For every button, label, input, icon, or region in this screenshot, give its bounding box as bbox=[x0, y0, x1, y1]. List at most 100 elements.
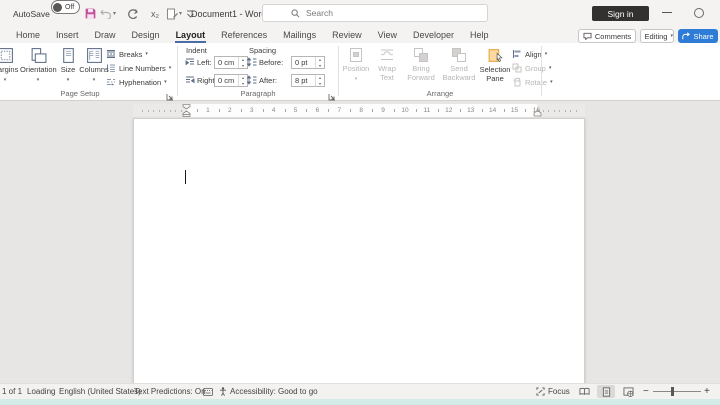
position-caret-icon: ▾ bbox=[341, 75, 371, 84]
tab-review[interactable]: Review bbox=[324, 27, 370, 43]
search-placeholder: Search bbox=[306, 8, 333, 18]
spacing-before-icon bbox=[247, 57, 257, 69]
indent-markers-icon[interactable] bbox=[182, 104, 191, 117]
comments-button[interactable]: Comments bbox=[578, 29, 636, 43]
document-page[interactable] bbox=[133, 118, 585, 384]
spinner-arrows-icon[interactable]: ▴▾ bbox=[238, 57, 247, 68]
spacing-after-input[interactable]: 8 pt ▴▾ bbox=[291, 74, 325, 87]
zoom-out-button[interactable]: − bbox=[643, 384, 649, 399]
sign-in-button[interactable]: Sign in bbox=[592, 6, 649, 21]
orientation-button[interactable]: Orientation ▾ bbox=[20, 46, 56, 94]
ruler-tick bbox=[482, 109, 483, 112]
save-button[interactable] bbox=[82, 5, 98, 22]
loading-status: Loading bbox=[27, 384, 55, 399]
ruler-tick bbox=[565, 110, 566, 112]
line-numbers-button[interactable]: Line Numbers bbox=[106, 62, 171, 74]
share-button[interactable]: Share bbox=[678, 29, 718, 43]
tab-references[interactable]: References bbox=[213, 27, 275, 43]
orientation-label: Orientation bbox=[20, 65, 57, 74]
web-layout-view-button[interactable] bbox=[619, 385, 637, 398]
bottom-edge-strip bbox=[0, 399, 720, 405]
focus-button[interactable]: Focus bbox=[536, 384, 570, 399]
autosave-state: Off bbox=[65, 4, 74, 11]
text-predictions-icon[interactable] bbox=[203, 384, 213, 399]
margins-button[interactable]: Margins ▾ bbox=[0, 46, 22, 94]
ruler-tick bbox=[559, 110, 560, 112]
size-button[interactable]: Size ▾ bbox=[56, 46, 80, 94]
search-input[interactable]: Search bbox=[262, 4, 488, 22]
language-status[interactable]: English (United States) bbox=[59, 384, 141, 399]
undo-button[interactable]: ▾ bbox=[99, 5, 117, 22]
position-label: Position bbox=[343, 64, 370, 73]
print-layout-view-button[interactable] bbox=[597, 385, 615, 398]
hyphenation-icon bbox=[106, 77, 116, 87]
tab-view[interactable]: View bbox=[370, 27, 405, 43]
spacing-before-input[interactable]: 0 pt ▴▾ bbox=[291, 56, 325, 69]
ruler-number: 16 bbox=[533, 107, 540, 114]
tab-insert[interactable]: Insert bbox=[48, 27, 87, 43]
text-predictions-status[interactable]: Text Predictions: On bbox=[134, 384, 206, 399]
indent-left-input[interactable]: 0 cm ▴▾ bbox=[214, 56, 248, 69]
tab-developer[interactable]: Developer bbox=[405, 27, 462, 43]
focus-icon bbox=[536, 387, 545, 396]
zoom-slider-thumb[interactable] bbox=[671, 387, 674, 396]
horizontal-ruler[interactable]: 12345678910111213141516 bbox=[133, 104, 585, 117]
selection-pane-button[interactable]: Selection Pane bbox=[478, 46, 512, 94]
wrap-text-label-1: Wrap bbox=[378, 64, 396, 73]
margins-label: Margins bbox=[0, 65, 18, 74]
indent-right-input[interactable]: 0 cm ▴▾ bbox=[214, 74, 248, 87]
margins-icon bbox=[0, 47, 14, 64]
selection-pane-icon bbox=[487, 47, 504, 64]
maximize-button[interactable] bbox=[694, 8, 704, 18]
spinner-arrows-icon[interactable]: ▴▾ bbox=[315, 75, 324, 86]
group-button: Group bbox=[512, 62, 551, 74]
spinner-arrows-icon[interactable]: ▴▾ bbox=[315, 57, 324, 68]
ribbon: Margins ▾ Orientation ▾ Size ▾ Columns bbox=[0, 43, 720, 101]
page-setup-dialog-launcher[interactable] bbox=[166, 88, 175, 97]
rotate-label: Rotate bbox=[525, 78, 547, 87]
spacing-before-label: Before: bbox=[259, 58, 283, 67]
paragraph-dialog-launcher[interactable] bbox=[328, 88, 337, 97]
size-caret-icon: ▾ bbox=[56, 76, 80, 85]
ruler-tick bbox=[164, 110, 165, 112]
page-indicator[interactable]: 1 of 1 bbox=[2, 384, 22, 399]
ruler-number: 11 bbox=[424, 107, 431, 114]
read-mode-view-button[interactable] bbox=[575, 385, 593, 398]
pencil-icon bbox=[641, 32, 642, 40]
zoom-in-button[interactable]: + bbox=[704, 384, 710, 399]
bring-forward-icon bbox=[413, 47, 429, 63]
page-pencil-icon bbox=[166, 8, 178, 20]
editing-mode-button[interactable]: Editing bbox=[640, 29, 674, 43]
paragraph-group-label: Paragraph bbox=[200, 89, 316, 98]
ruler-tick bbox=[263, 109, 264, 112]
tab-home[interactable]: Home bbox=[8, 27, 48, 43]
text-cursor bbox=[185, 170, 186, 184]
ruler-number: 15 bbox=[511, 107, 518, 114]
size-label: Size bbox=[61, 65, 76, 74]
subscript-qat-button[interactable]: x₂ bbox=[148, 5, 162, 22]
editor-qat-button[interactable]: ▾ bbox=[164, 5, 184, 22]
tab-design[interactable]: Design bbox=[124, 27, 168, 43]
tab-layout[interactable]: Layout bbox=[168, 27, 214, 43]
tab-mailings[interactable]: Mailings bbox=[275, 27, 324, 43]
redo-button[interactable] bbox=[125, 5, 139, 22]
ribbon-tab-row: Home Insert Draw Design Layout Reference… bbox=[0, 27, 720, 43]
align-label: Align bbox=[525, 50, 542, 59]
editor-caret-icon: ▾ bbox=[179, 10, 182, 17]
tab-help[interactable]: Help bbox=[462, 27, 497, 43]
tab-draw[interactable]: Draw bbox=[87, 27, 124, 43]
spinner-arrows-icon[interactable]: ▴▾ bbox=[238, 75, 247, 86]
bring-forward-label-1: Bring bbox=[412, 64, 430, 73]
position-icon bbox=[348, 47, 364, 63]
hyphenation-button[interactable]: Hyphenation bbox=[106, 76, 167, 88]
accessibility-status[interactable]: Accessibility: Good to go bbox=[219, 384, 318, 399]
breaks-button[interactable]: Breaks bbox=[106, 48, 148, 60]
comment-icon bbox=[583, 32, 592, 40]
autosave-toggle[interactable]: Off bbox=[51, 0, 80, 14]
ruler-tick bbox=[148, 110, 149, 112]
minimize-button[interactable] bbox=[662, 12, 672, 15]
zoom-slider-track[interactable] bbox=[653, 391, 701, 392]
ruler-tick bbox=[328, 109, 329, 112]
indent-left-label: Left: bbox=[197, 58, 212, 67]
breaks-label: Breaks bbox=[119, 50, 142, 59]
